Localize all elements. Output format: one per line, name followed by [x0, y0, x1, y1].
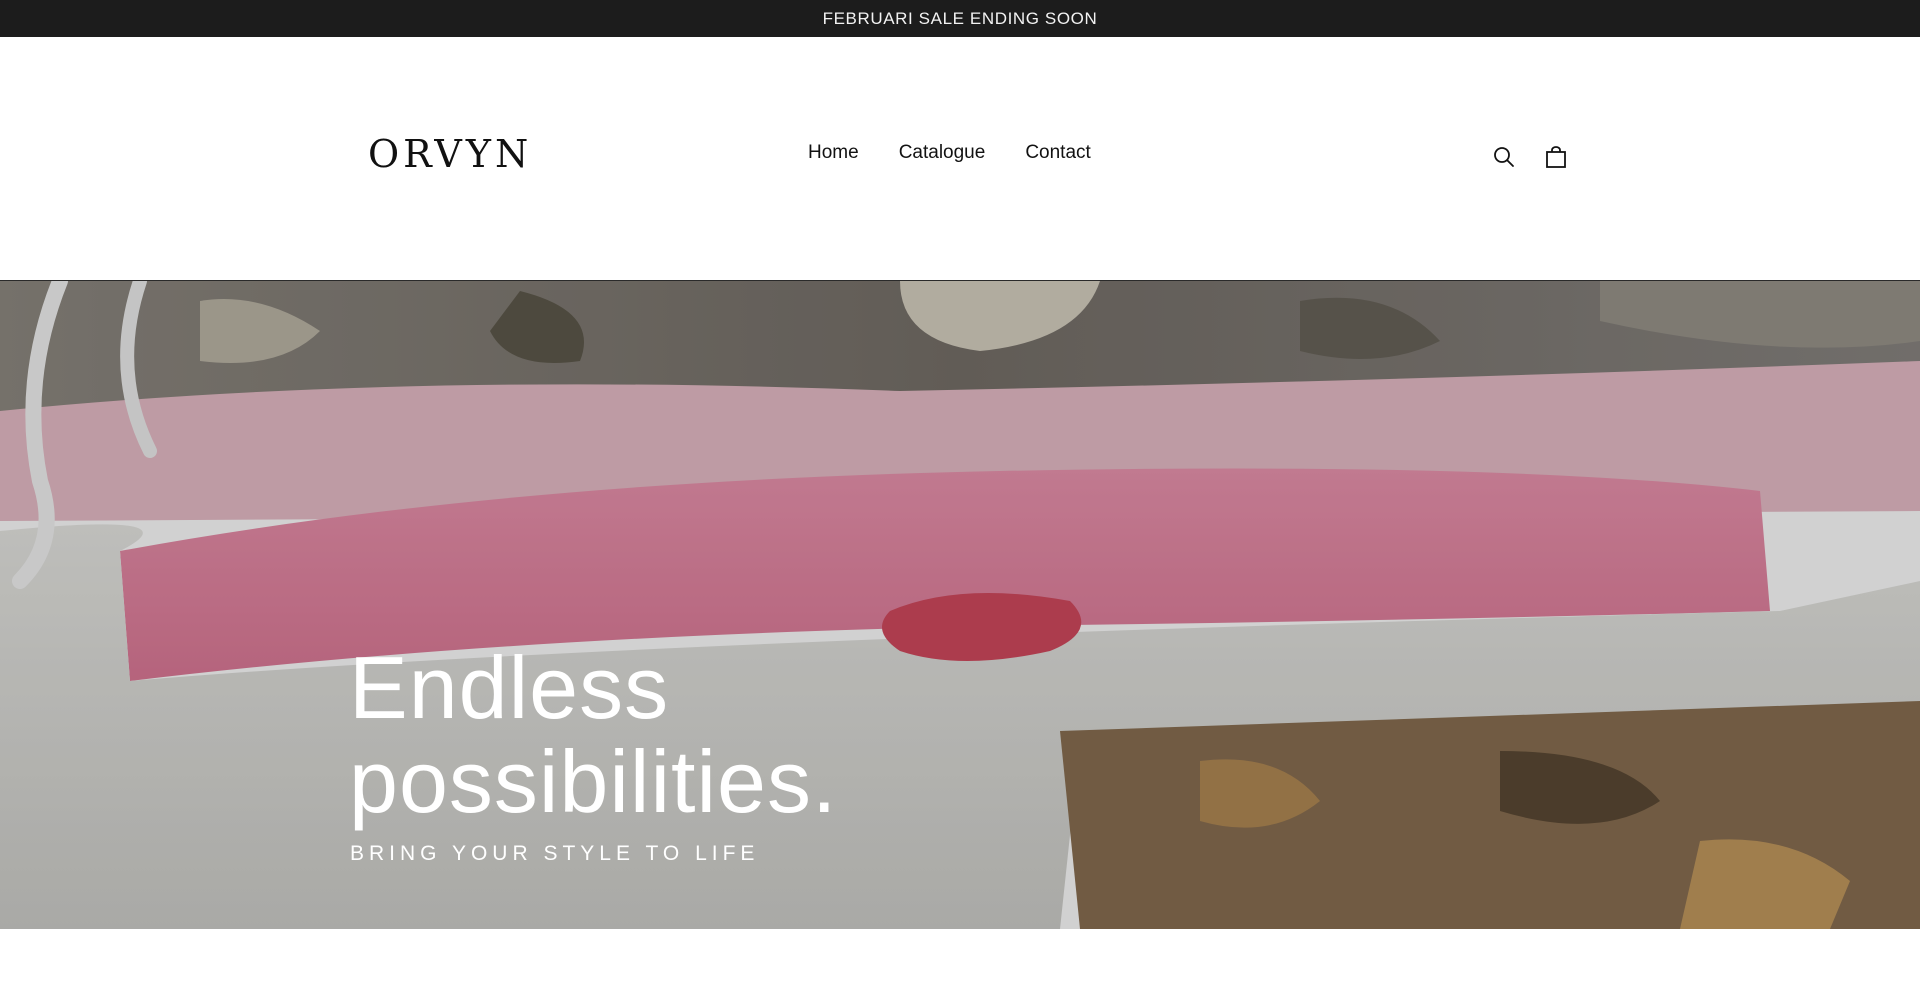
- hero-banner: Endless possibilities. BRING YOUR STYLE …: [0, 281, 1920, 929]
- announcement-text: FEBRUARI SALE ENDING SOON: [822, 8, 1098, 28]
- cart-button[interactable]: [1542, 143, 1570, 171]
- nav-catalogue[interactable]: Catalogue: [899, 141, 986, 165]
- search-button[interactable]: [1490, 143, 1518, 171]
- hero-title: Endless possibilities.: [349, 641, 837, 829]
- hero-subtitle: BRING YOUR STYLE TO LIFE: [350, 842, 760, 865]
- hero-title-line-1: Endless: [349, 638, 670, 737]
- hero-title-line-2: possibilities.: [349, 732, 838, 831]
- search-icon: [1494, 147, 1514, 167]
- bag-icon: [1546, 146, 1566, 168]
- site-header: ORVYN Home Catalogue Contact: [0, 37, 1920, 281]
- main-nav: Home Catalogue Contact: [808, 141, 1091, 165]
- store-logo[interactable]: ORVYN: [368, 134, 532, 174]
- nav-home[interactable]: Home: [808, 141, 859, 165]
- hero-overlay: [0, 281, 1920, 929]
- announcement-bar: FEBRUARI SALE ENDING SOON: [0, 0, 1920, 37]
- nav-contact[interactable]: Contact: [1025, 141, 1090, 165]
